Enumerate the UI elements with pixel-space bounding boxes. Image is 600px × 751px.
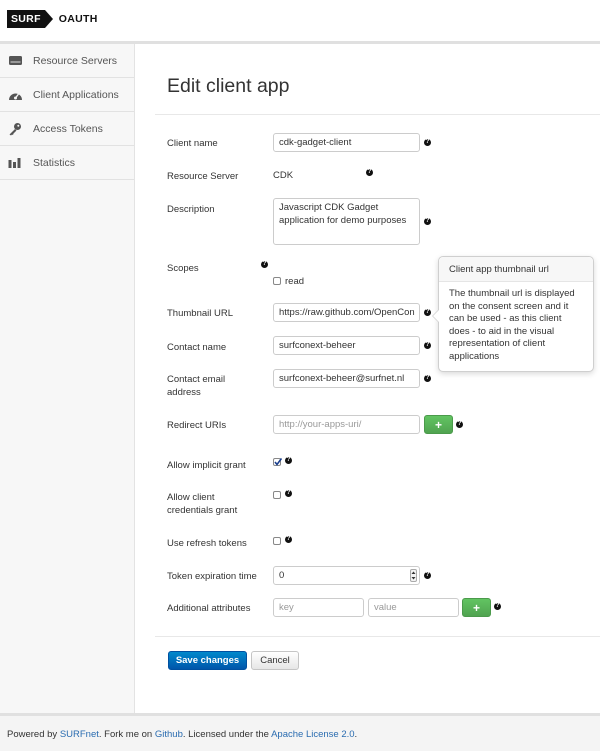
redirect-uris-help-icon[interactable]: ? [456, 421, 463, 428]
key-icon [7, 122, 23, 136]
sidebar: Resource Servers Client Applications Acc… [0, 44, 135, 713]
number-spinner[interactable] [410, 569, 417, 582]
footer-text: . Fork me on [98, 729, 155, 740]
token-expiration-time-value: 0 [279, 570, 285, 581]
popover-body: The thumbnail url is displayed on the co… [449, 288, 575, 362]
redirect-uris-label: Redirect URIs [167, 420, 227, 431]
use-refresh-tokens-label: Use refresh tokens [167, 538, 247, 549]
sidebar-item-label: Client Applications [33, 88, 119, 101]
use-refresh-tokens-help-icon[interactable]: ? [285, 536, 292, 543]
attribute-key-input[interactable]: key [273, 598, 364, 617]
resource-server-value: CDK [273, 170, 294, 181]
dashboard-icon [7, 88, 23, 102]
main-content: Edit client app Client name cdk-gadget-c… [135, 44, 600, 713]
github-link[interactable]: Github [155, 729, 183, 740]
attribute-value-input[interactable]: value [368, 598, 459, 617]
scope-read-label: read [285, 276, 305, 287]
redirect-uri-input[interactable]: http://your-apps-uri/ [273, 415, 420, 434]
allow-client-credentials-grant-label: Allow client credentials grant [167, 492, 238, 516]
token-expiration-time-help-icon[interactable]: ? [424, 572, 431, 579]
sidebar-item-statistics[interactable]: Statistics [0, 146, 134, 180]
add-attribute-button[interactable]: + [462, 598, 491, 617]
client-name-input[interactable]: cdk-gadget-client [273, 133, 420, 152]
token-expiration-time-label: Token expiration time [167, 571, 257, 582]
description-label: Description [167, 204, 215, 215]
allow-implicit-grant-checkbox[interactable] [273, 458, 282, 466]
additional-attributes-label: Additional attributes [167, 603, 251, 614]
sidebar-item-label: Statistics [33, 156, 76, 169]
footer-text: Powered by [7, 729, 60, 740]
add-redirect-uri-button[interactable]: + [424, 415, 453, 434]
divider [155, 636, 600, 637]
use-refresh-tokens-checkbox[interactable] [273, 537, 281, 545]
allow-client-credentials-grant-help-icon[interactable]: ? [285, 490, 292, 497]
sidebar-item-label: Access Tokens [33, 122, 103, 135]
additional-attributes-help-icon[interactable]: ? [494, 603, 501, 610]
page-title: Edit client app [167, 75, 290, 97]
footer-text: . Licensed under the [182, 729, 272, 740]
thumbnail-url-help-icon[interactable]: ? [424, 309, 431, 316]
contact-name-input[interactable]: surfconext-beheer [273, 336, 420, 355]
thumbnail-url-popover: Client app thumbnail url The thumbnail u… [432, 256, 594, 372]
surfnet-link[interactable]: SURFnet [60, 729, 99, 740]
description-textarea[interactable]: Javascript CDK Gadget application for de… [273, 198, 420, 245]
sidebar-item-resource-servers[interactable]: Resource Servers [0, 44, 134, 78]
sidebar-item-access-tokens[interactable]: Access Tokens [0, 112, 134, 146]
bar-chart-icon [7, 156, 23, 170]
client-name-label: Client name [167, 138, 218, 149]
popover-arrow [432, 309, 439, 323]
surf-oauth-logo[interactable]: SURF OAUTH [7, 10, 98, 28]
contact-name-help-icon[interactable]: ? [424, 342, 431, 349]
scope-read-checkbox[interactable] [273, 277, 281, 285]
apache-license-link[interactable]: Apache License 2.0 [271, 729, 354, 740]
allow-client-credentials-grant-checkbox[interactable] [273, 491, 281, 499]
client-name-help-icon[interactable]: ? [424, 139, 431, 146]
divider [155, 114, 600, 115]
scopes-help-icon[interactable]: ? [261, 261, 268, 268]
footer: Powered by SURFnet. Fork me on Github. L… [0, 713, 600, 751]
allow-implicit-grant-help-icon[interactable]: ? [285, 457, 292, 464]
server-icon [7, 54, 23, 68]
sidebar-item-label: Resource Servers [33, 54, 118, 67]
allow-implicit-grant-label: Allow implicit grant [167, 460, 246, 471]
logo-oauth-text: OAUTH [58, 13, 98, 25]
checkmark-icon [274, 458, 282, 466]
thumbnail-url-label: Thumbnail URL [167, 308, 233, 319]
resource-server-label: Resource Server [167, 171, 239, 182]
contact-email-label: Contact email address [167, 374, 226, 398]
contact-name-label: Contact name [167, 342, 227, 353]
logo-surf-text: SURF [7, 10, 53, 28]
cancel-button[interactable]: Cancel [251, 651, 299, 670]
contact-email-input[interactable]: surfconext-beheer@surfnet.nl [273, 369, 420, 388]
resource-server-help-icon[interactable]: ? [366, 169, 373, 176]
header: SURF OAUTH [0, 0, 600, 44]
save-changes-button[interactable]: Save changes [168, 651, 247, 670]
description-help-icon[interactable]: ? [424, 218, 431, 225]
scopes-label: Scopes [167, 263, 199, 274]
thumbnail-url-input[interactable]: https://raw.github.com/OpenCon [273, 303, 420, 322]
popover-title: Client app thumbnail url [439, 257, 593, 282]
sidebar-item-client-applications[interactable]: Client Applications [0, 78, 134, 112]
spinner-arrows-icon [411, 571, 416, 580]
contact-email-help-icon[interactable]: ? [424, 375, 431, 382]
footer-text: . [354, 729, 358, 740]
token-expiration-time-input[interactable]: 0 [273, 566, 420, 585]
